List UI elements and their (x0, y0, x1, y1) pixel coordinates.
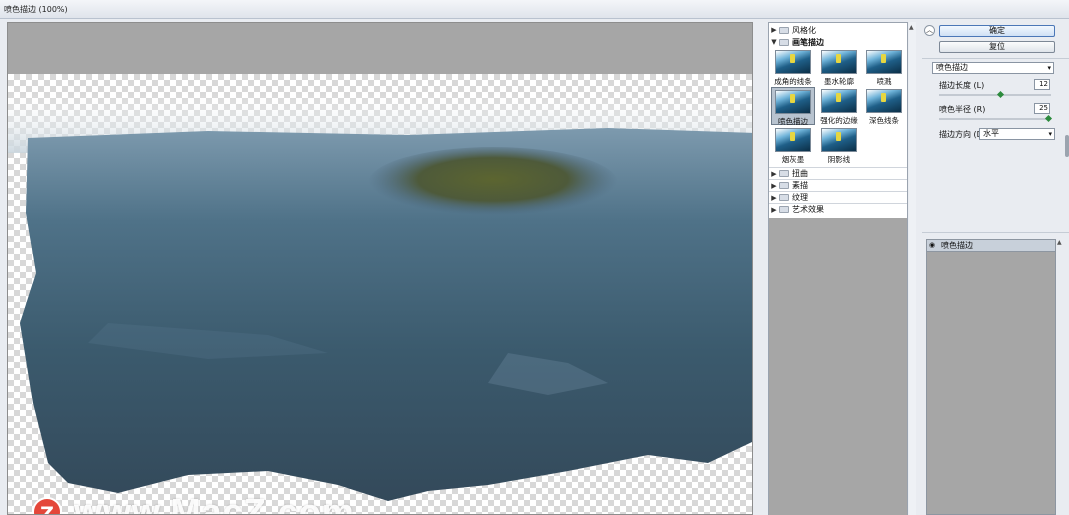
folder-icon (779, 26, 789, 34)
thumb-label: 烟灰墨 (781, 155, 805, 164)
ok-button[interactable]: 确定 (939, 25, 1055, 37)
chevron-down-icon: ▾ (1047, 64, 1051, 72)
preview-canvas[interactable]: Z www.MacZ.com (7, 22, 753, 515)
effect-layers-panel: ◉ 喷色描边 (926, 239, 1056, 515)
filtered-image (8, 93, 752, 501)
effect-layer-row[interactable]: ◉ 喷色描边 (927, 240, 1055, 252)
category-label: 艺术效果 (792, 205, 824, 214)
thumb-label: 喷溅 (876, 77, 892, 86)
thumbnail-image (821, 50, 857, 74)
triangle-right-icon: ▶ (771, 193, 777, 202)
filter-thumb-angled-strokes[interactable]: 成角的线条 (771, 48, 815, 86)
gallery-empty-area (769, 218, 907, 515)
spray-radius-value: 25 (1039, 104, 1048, 112)
spray-radius-input[interactable]: 25 (1034, 103, 1050, 114)
triangle-right-icon: ▶ (771, 169, 777, 178)
thumbnail-image (775, 50, 811, 74)
category-label: 风格化 (792, 25, 816, 35)
chevron-down-icon: ▾ (1048, 130, 1052, 138)
eye-icon[interactable]: ◉ (929, 242, 937, 249)
watermark: Z www.MacZ.com (32, 491, 355, 515)
scroll-up-icon[interactable]: ▲ (1057, 239, 1062, 246)
thumbnail-image (775, 90, 811, 114)
filter-thumb-dark-strokes[interactable]: 深色线条 (862, 87, 906, 125)
triangle-right-icon: ▶ (771, 181, 777, 190)
category-texture[interactable]: ▶ 纹理 (769, 191, 907, 203)
filter-thumb-sumi-e[interactable]: 烟灰墨 (771, 126, 815, 164)
category-distort[interactable]: ▶ 扭曲 (769, 167, 907, 179)
category-label: 素描 (792, 181, 808, 190)
reset-button[interactable]: 复位 (939, 41, 1055, 53)
thumb-label: 阴影线 (827, 155, 851, 164)
thumbnail-image (775, 128, 811, 152)
filter-thumb-ink-outlines[interactable]: 墨水轮廓 (817, 48, 861, 86)
category-label: 纹理 (792, 193, 808, 202)
category-label: 扭曲 (792, 169, 808, 178)
category-label: 画笔描边 (792, 37, 824, 47)
folder-icon (779, 170, 789, 177)
watermark-text: www.MacZ.com (74, 491, 355, 515)
thumbnail-image (866, 50, 902, 74)
folder-icon (779, 206, 789, 213)
chevron-up-icon[interactable]: ︿ (924, 25, 935, 36)
filter-thumb-sprayed-strokes[interactable]: 喷色描边 (771, 87, 815, 126)
stroke-direction-select[interactable]: 水平 ▾ (979, 128, 1055, 140)
triangle-down-icon: ▼ (771, 38, 777, 46)
effect-layer-name: 喷色描边 (941, 241, 973, 250)
filter-thumb-accented-edges[interactable]: 强化的边缘 (817, 87, 861, 125)
divider (922, 58, 1069, 59)
filter-select-value: 喷色描边 (936, 63, 968, 72)
thumb-label: 墨水轮廓 (824, 77, 854, 86)
triangle-right-icon: ▶ (771, 26, 777, 34)
panel-resize-handle[interactable] (1065, 135, 1069, 157)
category-artistic[interactable]: ▶ 艺术效果 (769, 203, 907, 215)
slider-knob[interactable] (996, 90, 1005, 99)
watermark-logo: Z (32, 497, 62, 514)
folder-icon (779, 194, 789, 201)
thumb-label: 深色线条 (869, 116, 899, 125)
thumbnail-image (821, 128, 857, 152)
folder-icon (779, 182, 789, 189)
stroke-length-label: 描边长度 (L) (939, 81, 985, 90)
thumb-label: 强化的边缘 (820, 116, 858, 125)
scroll-up-icon[interactable]: ▲ (909, 24, 914, 31)
category-stylize[interactable]: ▶ 风格化 (769, 24, 907, 36)
thumb-label: 成角的线条 (774, 77, 812, 86)
filter-thumb-crosshatch[interactable]: 阴影线 (817, 126, 861, 164)
filter-thumb-spatter[interactable]: 喷溅 (862, 48, 906, 86)
spray-radius-label: 喷色半径 (R) (939, 105, 986, 114)
category-brush-strokes[interactable]: ▼ 画笔描边 (769, 36, 907, 48)
stroke-length-value: 12 (1039, 80, 1048, 88)
thumbnail-image (866, 89, 902, 113)
filter-gallery: ▶ 风格化 ▼ 画笔描边 成角的线条 墨水轮廓 喷溅 喷色描边 强化的边缘 深色… (768, 22, 908, 515)
stroke-length-slider[interactable] (939, 90, 1051, 99)
spray-radius-slider[interactable] (939, 114, 1053, 123)
stroke-direction-value: 水平 (983, 129, 999, 138)
divider (922, 232, 1069, 233)
stroke-length-input[interactable]: 12 (1034, 79, 1050, 90)
slider-knob[interactable] (1044, 114, 1053, 123)
window-title: 喷色描边 (100%) (4, 5, 68, 14)
title-bar: 喷色描边 (100%) (0, 0, 1069, 19)
triangle-right-icon: ▶ (771, 205, 777, 214)
gallery-scrollbar[interactable]: ▲ (909, 22, 916, 515)
folder-icon (779, 38, 789, 46)
filter-select[interactable]: 喷色描边 ▾ (932, 62, 1054, 74)
thumbnail-image (821, 89, 857, 113)
category-sketch[interactable]: ▶ 素描 (769, 179, 907, 191)
